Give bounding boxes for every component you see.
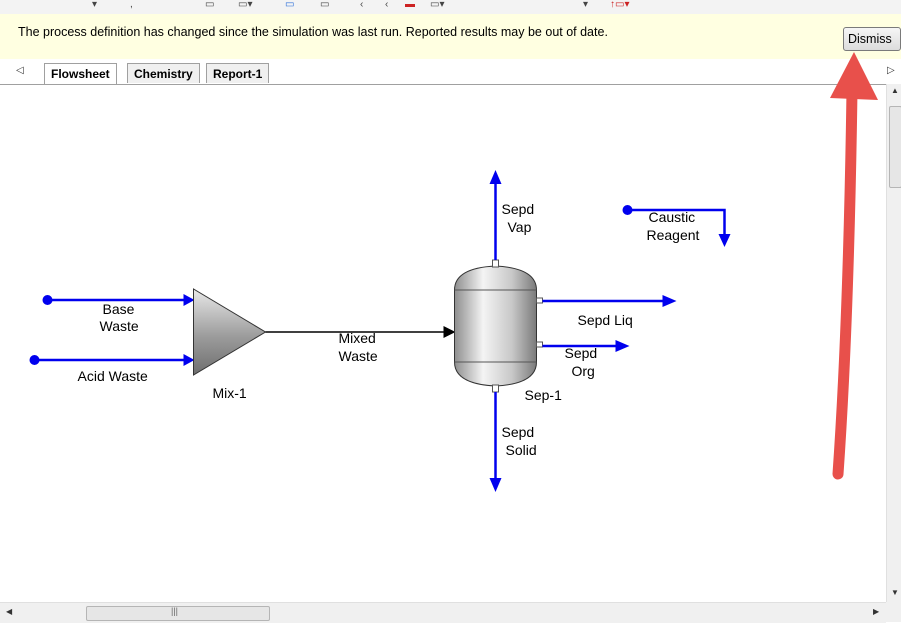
scroll-down-icon[interactable]: ▼ [891, 588, 899, 597]
scroll-up-icon[interactable]: ▲ [891, 86, 899, 95]
toolbar-dropdown-icon[interactable]: ▭▾ [430, 0, 444, 10]
stream-label-base-waste: Base [103, 301, 135, 317]
unit-label-mixer: Mix-1 [213, 385, 247, 401]
tab-report-1[interactable]: Report-1 [206, 63, 270, 83]
toolbar-icon[interactable]: ▭▾ [238, 0, 252, 10]
stream-acid-waste[interactable] [29, 354, 195, 366]
flowsheet-canvas[interactable]: Base Waste Acid Waste Mix-1 Mixed Waste … [0, 84, 901, 604]
stream-label-sepd-solid: Sepd [502, 424, 535, 440]
stream-label-mixed-waste: Waste [339, 348, 378, 364]
stream-label-sepd-solid: Solid [506, 442, 537, 458]
stream-label-mixed-waste: Mixed [339, 330, 376, 346]
stream-label-acid-waste: Acid Waste [78, 368, 148, 384]
unit-label-separator: Sep-1 [525, 387, 563, 403]
stream-label-sepd-liq: Sepd Liq [578, 312, 633, 328]
tab-label: Flowsheet [51, 67, 110, 81]
stream-sepd-solid[interactable] [489, 392, 502, 492]
triangle-right-icon[interactable]: ▷ [887, 65, 895, 76]
toolbar-dropdown-icon[interactable]: ▾ [92, 0, 97, 10]
toolbar-icon[interactable]: ▭ [285, 0, 294, 10]
stream-label-caustic-reagent: Reagent [647, 227, 700, 243]
scrollbar-corner [886, 602, 901, 622]
triangle-left-icon[interactable]: ◁ [16, 65, 24, 76]
scroll-right-icon[interactable]: ▶ [873, 607, 879, 616]
toolbar-dropdown-icon[interactable]: ▾ [583, 0, 588, 10]
stream-label-sepd-vap: Vap [508, 219, 532, 235]
toolbar-strip: ▾ , ▭ ▭▾ ▭ ▭ ‹ ‹ ▬ ▭▾ ▾ ↑▭▾ [0, 0, 901, 15]
tab-strip: ◁ Flowsheet Chemistry Report-1 ▷ [0, 59, 901, 85]
info-bar: The process definition has changed since… [0, 14, 901, 60]
stream-label-caustic-reagent: Caustic [649, 209, 696, 225]
toolbar-icon[interactable]: ▭ [205, 0, 214, 10]
horizontal-scrollbar[interactable]: ◀ ||| ▶ [0, 602, 886, 623]
vertical-scroll-thumb[interactable] [889, 106, 901, 188]
separator-unit[interactable] [454, 259, 543, 393]
dismiss-button[interactable]: Dismiss [843, 27, 901, 51]
grip-icon: ||| [171, 606, 179, 616]
horizontal-scroll-thumb[interactable]: ||| [86, 606, 270, 621]
toolbar-icon[interactable]: ↑▭▾ [610, 0, 629, 10]
toolbar-icon[interactable]: ‹ [385, 0, 388, 10]
stream-label-sepd-org: Sepd [565, 345, 598, 361]
tab-flowsheet[interactable]: Flowsheet [44, 63, 117, 84]
stream-label-sepd-vap: Sepd [502, 201, 535, 217]
toolbar-icon[interactable]: ▭ [320, 0, 329, 10]
stream-sepd-vap[interactable] [489, 170, 502, 260]
info-message: The process definition has changed since… [18, 25, 608, 39]
mixer-unit[interactable] [193, 288, 267, 376]
stream-label-sepd-org: Org [572, 363, 595, 379]
toolbar-icon[interactable]: , [130, 0, 133, 10]
tab-chemistry[interactable]: Chemistry [127, 63, 200, 83]
tab-label: Report-1 [213, 67, 263, 81]
tab-label: Chemistry [134, 67, 193, 81]
vertical-scrollbar[interactable]: ▲ ▼ [886, 84, 901, 602]
stream-sepd-liq[interactable] [542, 295, 677, 307]
stream-label-base-waste: Waste [100, 318, 139, 334]
scroll-left-icon[interactable]: ◀ [6, 607, 12, 616]
toolbar-icon[interactable]: ▬ [405, 0, 415, 10]
toolbar-icon[interactable]: ‹ [360, 0, 363, 10]
